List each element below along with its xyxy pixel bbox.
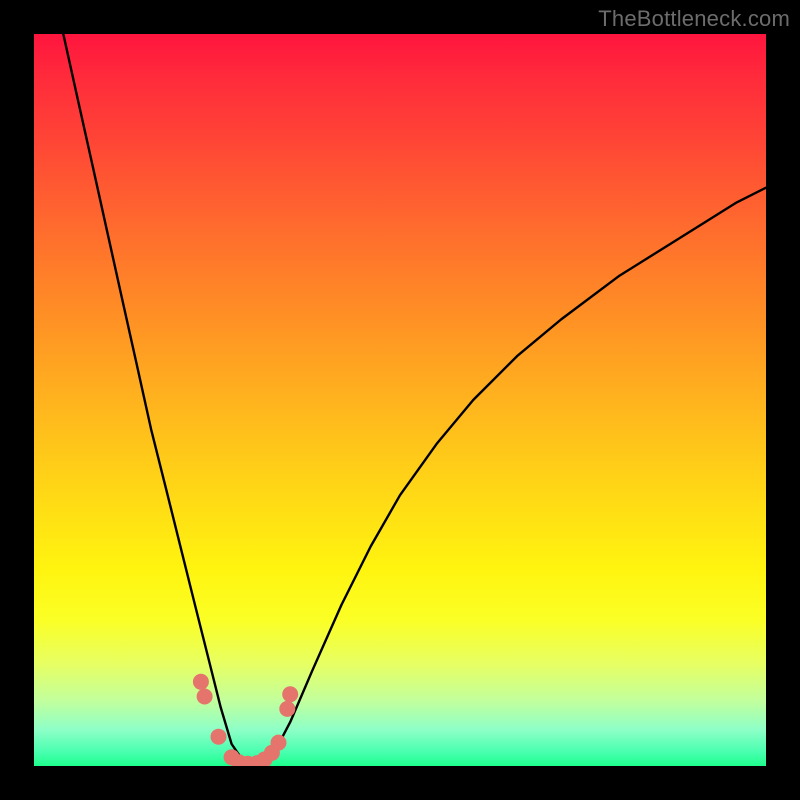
marker-dot — [279, 701, 295, 717]
marker-dot — [193, 674, 209, 690]
marker-dot — [271, 735, 287, 751]
marker-dot — [211, 729, 227, 745]
outer-frame: TheBottleneck.com — [0, 0, 800, 800]
marker-dot — [282, 686, 298, 702]
plot-area — [34, 34, 766, 766]
curve-markers — [34, 34, 766, 766]
marker-dot — [197, 689, 213, 705]
watermark-text: TheBottleneck.com — [598, 6, 790, 32]
